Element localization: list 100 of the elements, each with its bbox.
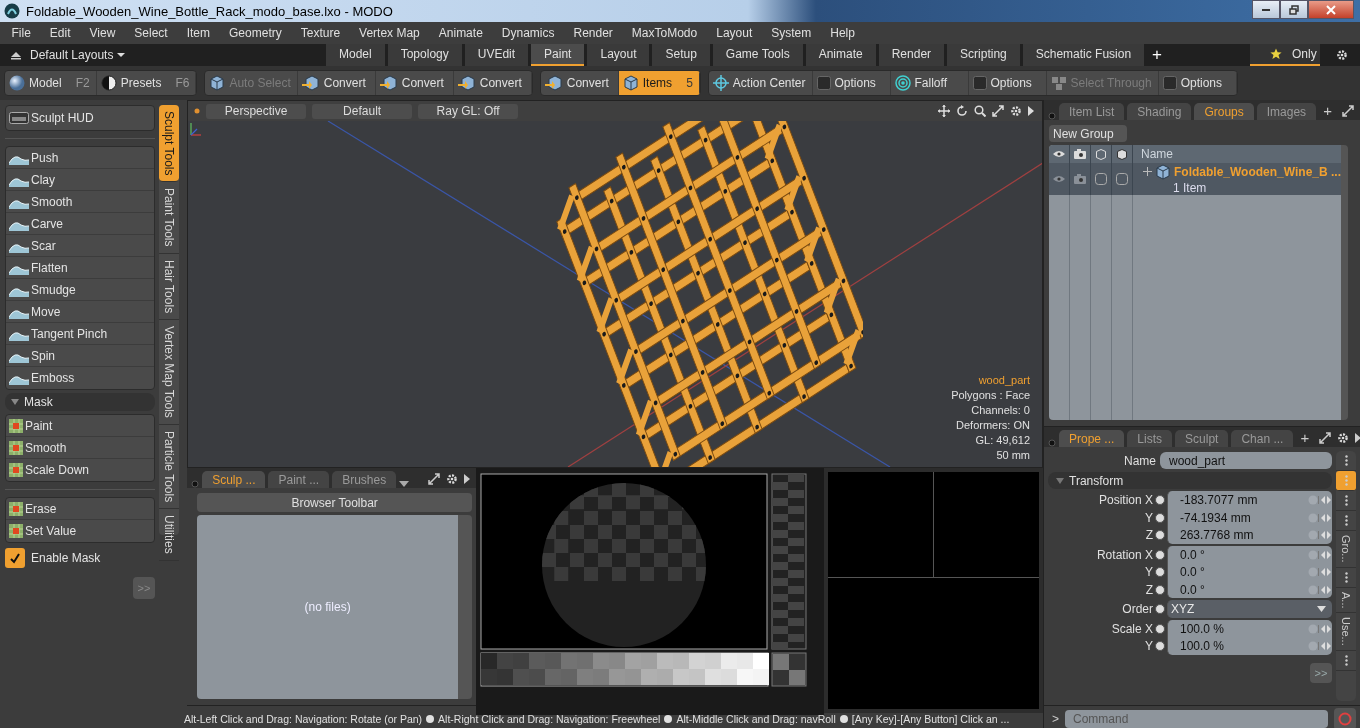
toolbar-button[interactable]: Model F2 — [5, 71, 97, 95]
expand-arrow-icon[interactable] — [1355, 433, 1360, 444]
minimize-button[interactable] — [1252, 0, 1280, 19]
menu-item[interactable]: Item — [177, 26, 220, 40]
menu-item[interactable]: Layout — [706, 26, 762, 40]
camera-icon[interactable] — [1074, 174, 1086, 184]
side-tab[interactable] — [1336, 471, 1356, 492]
toolbar-button[interactable]: Presets F6 — [96, 71, 197, 95]
layout-tab[interactable]: Game Tools — [712, 44, 803, 66]
vertical-tab[interactable]: Paint Tools — [159, 182, 179, 254]
panel-menu-dot-icon[interactable] — [1048, 112, 1056, 120]
mask-tool-button[interactable]: Smooth — [6, 437, 154, 459]
channel-dot-icon[interactable] — [1155, 641, 1165, 652]
sculpt-tool-button[interactable]: Push — [6, 147, 154, 169]
toolbar-button[interactable]: Action Center — [708, 71, 813, 95]
channel-dot-icon[interactable] — [1155, 530, 1165, 541]
menu-item[interactable]: Help — [820, 26, 865, 40]
add-tab-button[interactable]: + — [1319, 102, 1336, 120]
menu-item[interactable]: Animate — [429, 26, 493, 40]
layout-tab[interactable]: UVEdit — [464, 44, 529, 66]
channel-dot-icon[interactable] — [1155, 604, 1165, 615]
channel-dot-icon[interactable] — [1155, 495, 1165, 506]
rotate-icon[interactable] — [956, 105, 968, 117]
order-dropdown[interactable]: XYZ — [1167, 600, 1332, 618]
menu-item[interactable]: System — [761, 26, 821, 40]
vertical-tab[interactable]: Sculpt Tools — [159, 105, 179, 183]
numeric-field[interactable]: 263.7768 mm — [1167, 526, 1332, 544]
vertical-tab[interactable]: Utilities — [159, 509, 179, 561]
toolbar-button[interactable]: Options — [968, 71, 1047, 95]
menu-item[interactable]: Dynamics — [492, 26, 564, 40]
sculpt-tool-button[interactable]: Emboss — [6, 367, 154, 389]
channel-dot-icon[interactable] — [1155, 512, 1165, 523]
numeric-field[interactable]: -183.7077 mm — [1167, 491, 1332, 509]
mask-tool-button[interactable]: Erase — [6, 498, 154, 520]
side-tab[interactable]: Gro... — [1336, 531, 1356, 568]
enable-mask-checkbox[interactable] — [5, 548, 25, 568]
panel-tab[interactable]: Lists — [1127, 430, 1173, 448]
maximize-icon[interactable] — [992, 105, 1004, 117]
toolbar-button[interactable]: Items 5 — [618, 71, 700, 95]
add-tab-button[interactable]: + — [1144, 44, 1171, 66]
menu-item[interactable]: Render — [564, 26, 623, 40]
layout-tab[interactable]: Animate — [805, 44, 876, 66]
command-field[interactable]: Command — [1065, 709, 1328, 728]
sculpt-tool-button[interactable]: Scar — [6, 235, 154, 257]
panel-tab[interactable]: Groups — [1194, 103, 1254, 120]
menu-item[interactable]: Vertex Map — [349, 26, 430, 40]
maximize-icon[interactable] — [1319, 432, 1332, 445]
vertical-tab[interactable]: Hair Tools — [159, 253, 179, 321]
ray-gl-toggle[interactable]: Ray GL: Off — [418, 103, 519, 119]
sculpt-tool-button[interactable]: Move — [6, 301, 154, 323]
visibility-toggle-icon[interactable] — [1095, 173, 1107, 185]
section-header[interactable]: Transform — [1048, 472, 1332, 490]
panel-tab[interactable]: Images — [1256, 103, 1317, 120]
menu-item[interactable]: File — [2, 26, 41, 40]
layout-tab[interactable]: Render — [878, 44, 945, 66]
channel-dot-icon[interactable] — [1155, 584, 1165, 595]
favorites-filter-button[interactable]: Only — [1250, 44, 1320, 66]
move-icon[interactable] — [938, 105, 950, 117]
viewport-menu-dot-icon[interactable] — [194, 108, 201, 114]
sculpt-tool-button[interactable]: Carve — [6, 213, 154, 235]
channel-dot-icon[interactable] — [1155, 623, 1165, 634]
layout-tab[interactable]: Scripting — [947, 44, 1020, 66]
menu-item[interactable]: Select — [124, 26, 178, 40]
sculpt-tool-button[interactable]: Clay — [6, 169, 154, 191]
sculpt-tool-button[interactable]: Smooth — [6, 191, 154, 213]
group-row[interactable]: Foldable_Wooden_Wine_B ... 1 Item — [1049, 163, 1342, 195]
panel-tab[interactable]: Shading — [1127, 103, 1192, 120]
panel-tab[interactable]: Chan ... — [1231, 430, 1294, 448]
channel-dot-icon[interactable] — [1155, 549, 1165, 560]
close-button[interactable] — [1308, 0, 1354, 19]
toolbar-button[interactable]: Convert — [375, 71, 454, 95]
menu-item[interactable]: View — [80, 26, 125, 40]
menu-item[interactable]: MaxToModo — [622, 26, 707, 40]
maximize-icon[interactable] — [1341, 105, 1354, 117]
maximize-icon[interactable] — [428, 473, 441, 485]
sculpt-tool-button[interactable]: Spin — [6, 345, 154, 367]
vertical-tab[interactable]: Particle Tools — [159, 424, 179, 510]
search-icon[interactable] — [974, 105, 986, 117]
slider-arrows-icon[interactable] — [1320, 513, 1331, 522]
slider-arrows-icon[interactable] — [1320, 642, 1331, 651]
toolbar-button[interactable]: Convert — [297, 71, 376, 95]
layout-tab[interactable]: Layout — [587, 44, 650, 66]
scrollbar[interactable] — [458, 515, 473, 699]
new-group-button[interactable]: New Group — [1049, 125, 1127, 142]
menu-item[interactable]: Geometry — [219, 26, 292, 40]
eye-icon[interactable] — [1053, 150, 1065, 158]
panel-tab[interactable]: Sculp ... — [202, 471, 266, 488]
mask-section-header[interactable]: Mask — [5, 393, 155, 411]
panel-tab[interactable]: Item List — [1059, 103, 1125, 120]
tab-menu-caret-icon[interactable] — [399, 480, 410, 488]
expand-plus-icon[interactable] — [1143, 167, 1152, 176]
sculpt-hud-button[interactable]: Sculpt HUD — [6, 106, 154, 130]
mask-tool-button[interactable]: Set Value — [6, 520, 154, 542]
toolbar-button[interactable]: Options — [1158, 71, 1237, 95]
slider-arrows-icon[interactable] — [1320, 624, 1331, 633]
camera-icon[interactable] — [1074, 149, 1086, 159]
panel-menu-dot-icon[interactable] — [191, 480, 200, 488]
name-field[interactable]: wood_part — [1160, 452, 1332, 470]
record-button[interactable] — [1334, 707, 1356, 728]
numeric-field[interactable]: 0.0 ° — [1167, 563, 1332, 581]
